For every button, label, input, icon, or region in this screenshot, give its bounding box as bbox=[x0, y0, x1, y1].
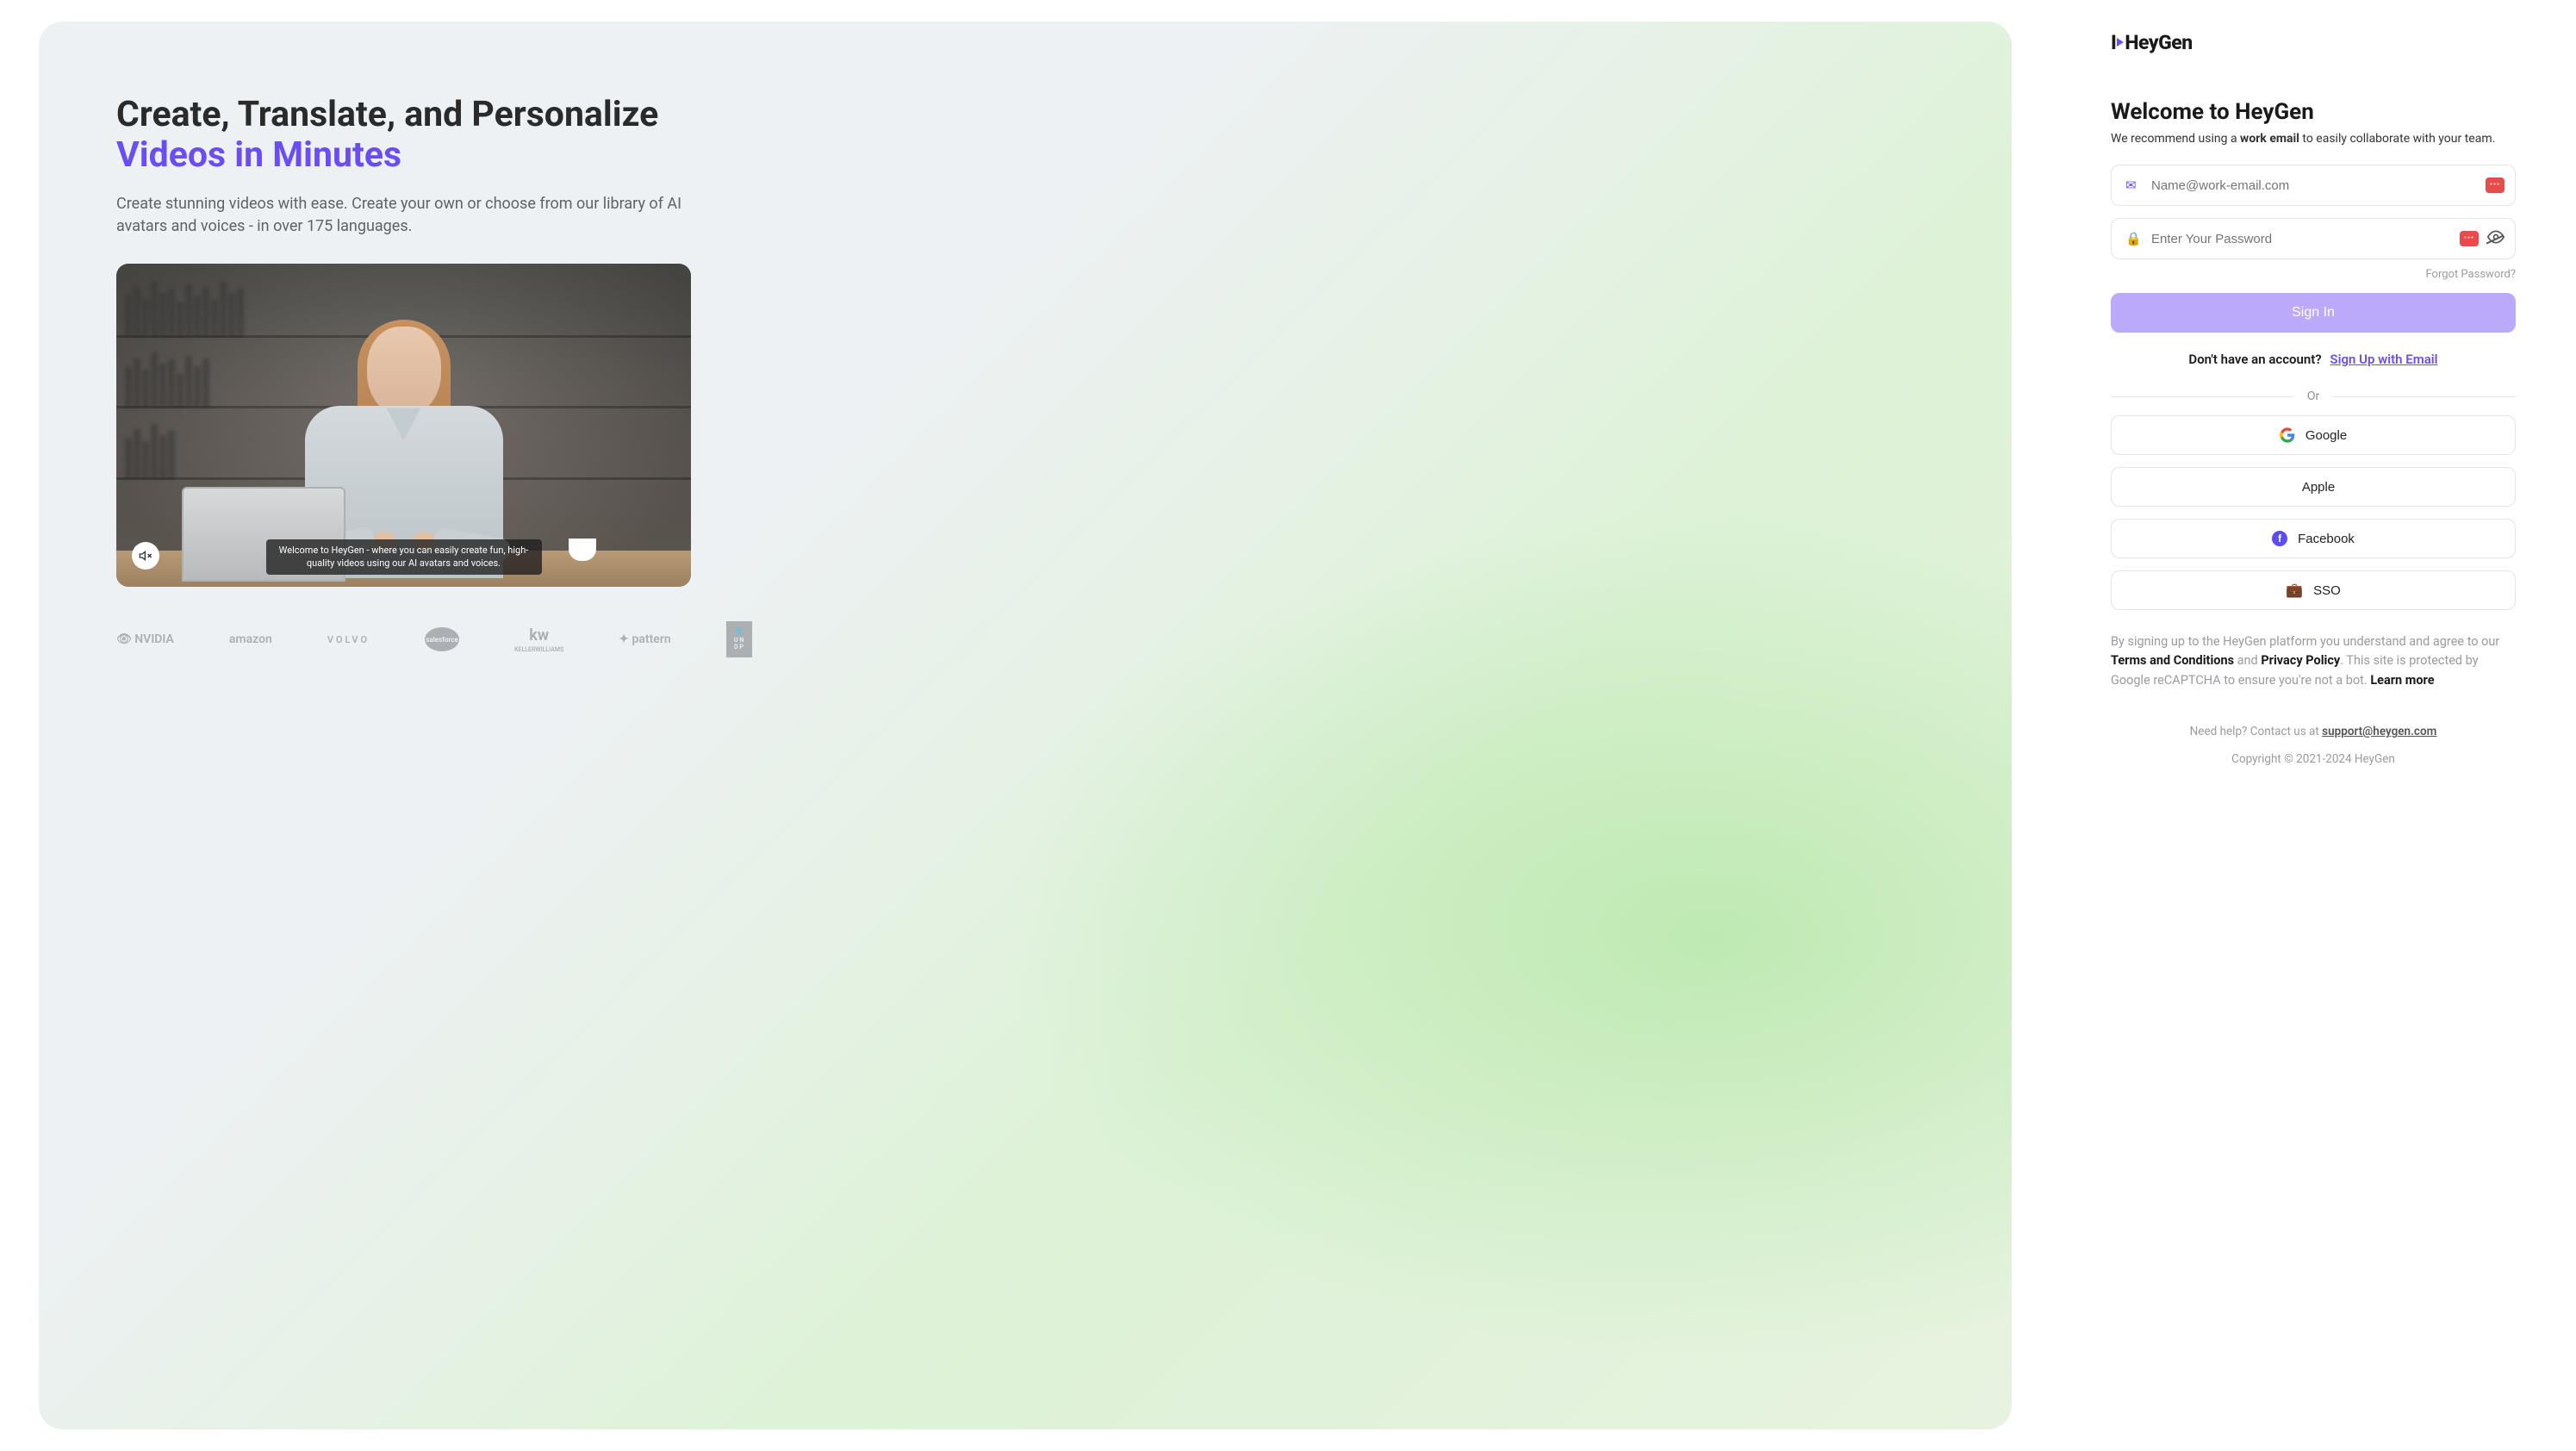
email-input[interactable] bbox=[2143, 178, 2480, 193]
auth-panel: IHeyGen Welcome to HeyGen We recommend u… bbox=[2050, 0, 2576, 1451]
welcome-heading: Welcome to HeyGen bbox=[2111, 99, 2516, 125]
brand-logo: IHeyGen bbox=[2111, 31, 2516, 54]
logo-pattern: ✦ pattern bbox=[619, 632, 670, 646]
sign-in-button[interactable]: Sign In bbox=[2111, 293, 2516, 333]
divider-or: Or bbox=[2111, 389, 2516, 403]
logo-nvidia: 👁 NVIDIA bbox=[116, 632, 174, 646]
password-manager-badge-icon[interactable]: ••• bbox=[2460, 231, 2479, 246]
logo-amazon: amazon bbox=[229, 632, 272, 646]
promo-video[interactable]: Welcome to HeyGen - where you can easily… bbox=[116, 264, 691, 587]
headline-line2: Videos in Minutes bbox=[116, 134, 401, 176]
google-icon bbox=[2280, 427, 2295, 443]
subheadline: Create stunning videos with ease. Create… bbox=[116, 193, 702, 238]
marketing-panel: Create, Translate, and Personalize Video… bbox=[39, 22, 2012, 1429]
copyright-text: Copyright © 2021-2024 HeyGen bbox=[2111, 752, 2516, 766]
headline-line1: Create, Translate, and Personalize bbox=[116, 94, 658, 135]
recommend-text: We recommend using a work email to easil… bbox=[2111, 132, 2516, 146]
facebook-signin-button[interactable]: f Facebook bbox=[2111, 519, 2516, 558]
lock-icon: 🔒 bbox=[2125, 231, 2143, 246]
logo-salesforce: salesforce bbox=[425, 627, 459, 651]
privacy-link[interactable]: Privacy Policy bbox=[2261, 653, 2340, 668]
google-signin-button[interactable]: Google bbox=[2111, 415, 2516, 455]
signup-prompt: Don't have an account? Sign Up with Emai… bbox=[2111, 352, 2516, 367]
terms-link[interactable]: Terms and Conditions bbox=[2111, 653, 2234, 668]
briefcase-icon: 💼 bbox=[2286, 582, 2303, 599]
mail-icon: ✉ bbox=[2125, 177, 2143, 193]
password-input[interactable] bbox=[2143, 232, 2455, 246]
apple-signin-button[interactable]: Apple bbox=[2111, 467, 2516, 507]
logo-undp: 🌐U ND P bbox=[726, 621, 752, 657]
partner-logos: 👁 NVIDIA amazon VOLVO salesforce kwKELLE… bbox=[116, 621, 1934, 657]
sign-up-link[interactable]: Sign Up with Email bbox=[2330, 352, 2437, 367]
forgot-password-link[interactable]: Forgot Password? bbox=[2111, 268, 2516, 281]
facebook-icon: f bbox=[2272, 531, 2287, 546]
support-email-link[interactable]: support@heygen.com bbox=[2322, 725, 2436, 738]
headline: Create, Translate, and Personalize Video… bbox=[116, 95, 1934, 176]
password-manager-badge-icon[interactable]: ••• bbox=[2486, 177, 2504, 193]
video-caption: Welcome to HeyGen - where you can easily… bbox=[266, 539, 542, 576]
logo-volvo: VOLVO bbox=[327, 634, 370, 645]
sso-signin-button[interactable]: 💼 SSO bbox=[2111, 570, 2516, 610]
password-field-wrapper: 🔒 ••• bbox=[2111, 218, 2516, 259]
help-text: Need help? Contact us at support@heygen.… bbox=[2111, 725, 2516, 738]
legal-text: By signing up to the HeyGen platform you… bbox=[2111, 632, 2516, 690]
eye-off-icon[interactable] bbox=[2487, 228, 2504, 250]
learn-more-link[interactable]: Learn more bbox=[2370, 673, 2434, 688]
email-field-wrapper: ✉ ••• bbox=[2111, 165, 2516, 206]
logo-kellerwilliams: kwKELLERWILLIAMS bbox=[514, 626, 563, 653]
